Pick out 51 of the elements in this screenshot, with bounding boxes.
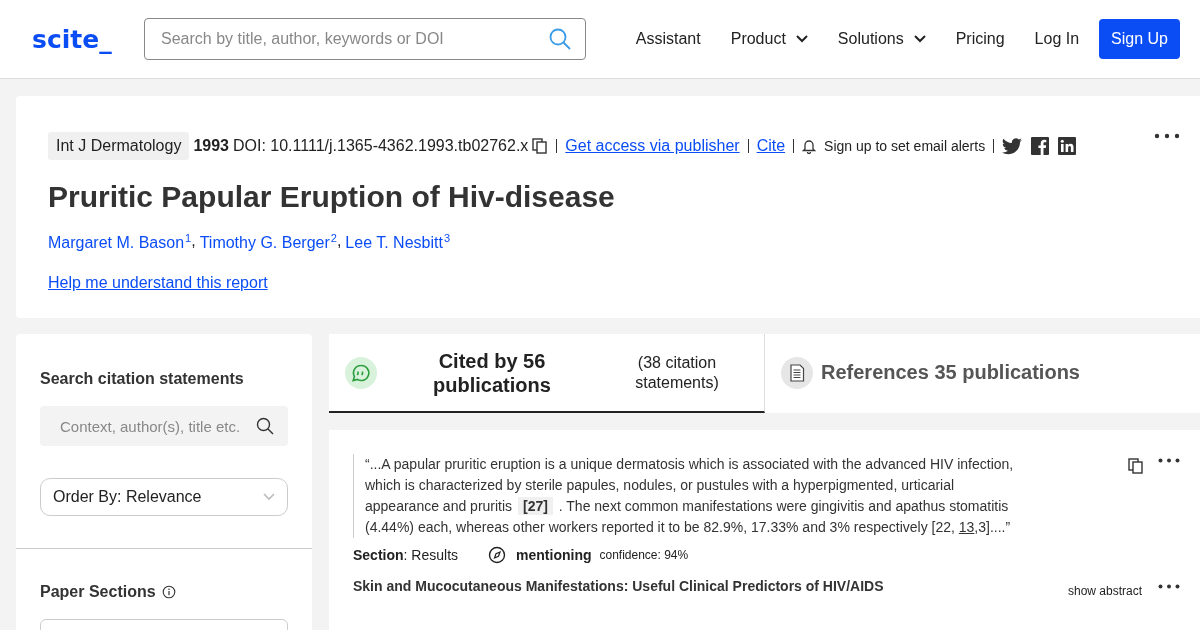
nav-link[interactable]: Pricing <box>955 30 1005 48</box>
nav-link[interactable]: Log In <box>1034 30 1080 48</box>
quote-text: “...A papular pruritic eruption is a unique dermatosis which is associated with the advanced HIV infection, which is characterized by sterile papules, nodules, or pustules with a hyperpigmented, urticarial appearance and pruritis [27] . The next common manifestations were gingivitis and apathus stomatitis (4.44%) each, whereas other workers reported it to be 82.9%, 17.33% and 3% respectively [22, 13,3]....” <box>353 454 1025 539</box>
more-icon <box>1154 133 1180 139</box>
copy-icon <box>532 138 549 154</box>
search-icon <box>256 417 274 436</box>
journal-tag: Int J Dermatology <box>48 132 190 160</box>
more-icon <box>1158 458 1180 464</box>
nav-link[interactable]: Assistant <box>635 30 701 48</box>
tab[interactable]: References 35 publications <box>765 334 1096 414</box>
comma-text: , <box>191 232 196 251</box>
logo[interactable]: scite_ <box>32 24 144 54</box>
author-link[interactable]: Timothy G. Berger$^{2}$ <box>199 232 337 253</box>
access-link[interactable]: Get access via publisher <box>565 137 740 155</box>
linkedin-icon <box>1058 137 1077 155</box>
year-text: 1993 <box>193 137 229 155</box>
help-link[interactable]: Help me understand this report <box>48 274 268 293</box>
facebook-icon <box>1031 137 1050 155</box>
search-icon <box>548 27 572 51</box>
nav-menu[interactable]: Solutions <box>837 30 926 48</box>
show-abstract-link[interactable]: show abstract <box>1067 574 1142 599</box>
document-icon <box>781 356 813 389</box>
speech-bubble-icon <box>345 356 377 389</box>
twitter-icon <box>1002 137 1023 155</box>
bell-icon <box>802 138 817 154</box>
chevron-down-icon <box>263 493 275 502</box>
sign-up-button[interactable]: Sign Up <box>1099 19 1180 59</box>
email-alerts-link[interactable]: Sign up to set email alerts <box>824 138 986 154</box>
comma-text: , <box>336 232 342 251</box>
citation-count: (38 citation statements) <box>634 352 720 393</box>
citation-type: mentioning <box>516 547 592 564</box>
sidebar-heading: Paper Sections <box>40 583 156 602</box>
section-text: Section: Results <box>353 547 459 564</box>
search-field[interactable]: Context, author(s), title etc. <box>40 406 288 447</box>
info-icon <box>161 585 176 600</box>
search-field[interactable]: Search by title, author, keywords or DOI <box>144 18 586 60</box>
doi-text: DOI: 10.1111/j.1365-4362.1993.tb02762.x <box>233 137 529 155</box>
nav-menu[interactable]: Product <box>730 30 808 48</box>
more-icon <box>1158 583 1180 589</box>
paper-title: Skin and Mucocutaneous Manifestations: Useful Clinical Predictors of HIV/AIDS <box>353 578 884 595</box>
author-link[interactable]: Margaret M. Bason$^{1}$ <box>48 232 192 253</box>
copy-icon <box>1128 458 1144 475</box>
author-link[interactable]: Lee T. Nesbitt$^{3}$ <box>345 232 450 253</box>
sidebar-heading: Search citation statements <box>40 370 245 389</box>
confidence-text: confidence: 94% <box>599 548 689 563</box>
cite-link[interactable]: Cite <box>756 137 786 155</box>
tab[interactable]: Cited by 56 publications (38 citation statements) <box>329 334 765 414</box>
order-dropdown[interactable]: Order By: Relevance <box>40 478 288 517</box>
compass-icon <box>488 546 507 565</box>
reference-link[interactable]: 13 <box>958 519 975 536</box>
article-title: Pruritic Papular Eruption of Hiv-disease <box>48 180 616 214</box>
